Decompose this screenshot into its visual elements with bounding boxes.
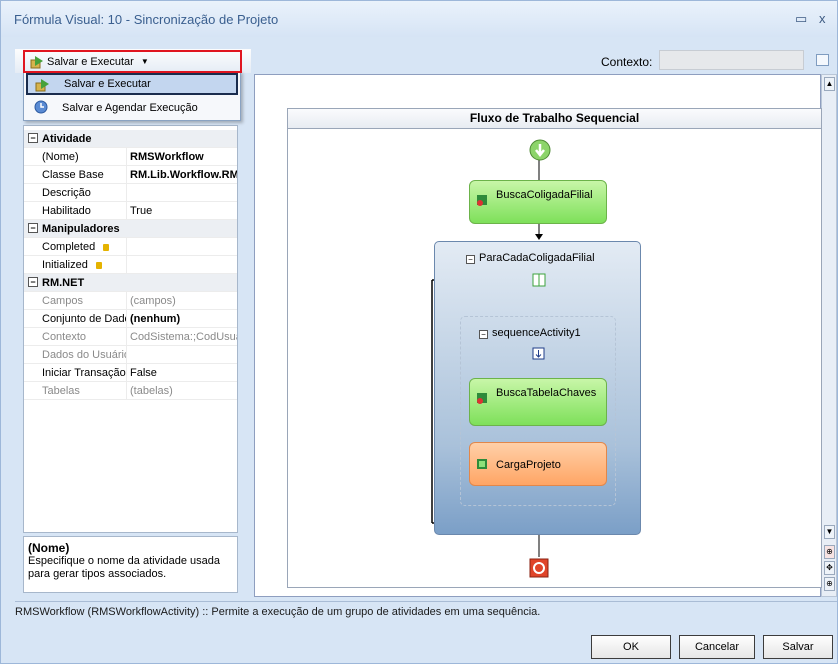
divider	[15, 601, 837, 602]
save-run-icon	[35, 79, 49, 92]
status-bar: RMSWorkflow (RMSWorkflowActivity) :: Per…	[15, 606, 541, 618]
scroll-up-icon[interactable]: ▲	[824, 77, 835, 91]
scroll-down-icon[interactable]: ▼	[824, 525, 835, 539]
loop-label[interactable]: − ParaCadaColigadaFilial	[466, 252, 595, 264]
property-row[interactable]: Iniciar Transação False	[24, 364, 237, 382]
collapse-icon[interactable]: −	[28, 277, 38, 287]
property-row[interactable]: Completed	[24, 238, 237, 256]
activity-carga-projeto[interactable]: CargaProjeto	[469, 442, 607, 486]
property-row[interactable]: Campos (campos)	[24, 292, 237, 310]
description-text: Especifique o nome da atividade usada pa…	[28, 555, 221, 580]
query-icon	[477, 393, 487, 404]
run-dropdown-menu: Salvar e Executar Salvar e Agendar Execu…	[23, 71, 241, 121]
activity-busca-tabela-chaves[interactable]: BuscaTabelaChaves	[469, 378, 607, 426]
property-row[interactable]: Tabelas (tabelas)	[24, 382, 237, 400]
toolbar: Salvar e Executar ▼	[15, 49, 251, 73]
loop-anchor-icon	[532, 273, 546, 287]
fit-icon[interactable]: ⊕	[824, 577, 835, 591]
collapse-icon[interactable]: −	[28, 133, 38, 143]
window-title: Fórmula Visual: 10 - Sincronização de Pr…	[14, 12, 279, 27]
end-icon	[529, 558, 549, 578]
category-rmnet[interactable]: − RM.NET	[24, 274, 237, 292]
property-row[interactable]: Initialized	[24, 256, 237, 274]
property-grid: − Atividade (Nome) RMSWorkflow Classe Ba…	[23, 125, 238, 533]
vertical-scrollbar[interactable]: ▲ ▼ ⊕ ✥ ⊕	[821, 74, 837, 597]
pan-icon[interactable]: ✥	[824, 561, 835, 575]
schedule-icon	[34, 100, 48, 114]
menu-item-save-run[interactable]: Salvar e Executar	[26, 73, 238, 95]
property-row[interactable]: Habilitado True	[24, 202, 237, 220]
category-atividade[interactable]: − Atividade	[24, 130, 237, 148]
collapse-icon[interactable]: −	[466, 255, 475, 264]
description-title: (Nome)	[28, 541, 70, 555]
chevron-down-icon[interactable]: ▼	[141, 57, 149, 66]
context-label: Contexto:	[601, 55, 653, 69]
sequence-label[interactable]: − sequenceActivity1	[479, 327, 581, 339]
minimize-button[interactable]: ▭	[795, 11, 807, 27]
property-row[interactable]: Descrição	[24, 184, 237, 202]
save-run-icon	[30, 55, 43, 68]
formula-visual-window: Fórmula Visual: 10 - Sincronização de Pr…	[0, 0, 838, 664]
sequence-anchor-icon	[532, 347, 545, 360]
ok-button[interactable]: OK	[591, 635, 671, 659]
query-icon	[477, 195, 487, 206]
collapse-icon[interactable]: −	[479, 330, 488, 339]
save-button[interactable]: Salvar	[763, 635, 833, 659]
event-icon	[95, 261, 102, 269]
context-field[interactable]	[659, 50, 804, 70]
property-row[interactable]: Contexto CodSistema:;CodUsuario	[24, 328, 237, 346]
property-description: (Nome) Especifique o nome da atividade u…	[23, 536, 238, 593]
process-icon	[477, 459, 487, 469]
start-icon	[529, 139, 551, 161]
collapse-icon[interactable]: −	[28, 223, 38, 233]
cancel-button[interactable]: Cancelar	[679, 635, 755, 659]
title-bar: Fórmula Visual: 10 - Sincronização de Pr…	[1, 1, 837, 37]
zoom-icon[interactable]: ⊕	[824, 545, 835, 559]
activity-busca-coligada-filial[interactable]: BuscaColigadaFilial	[469, 180, 607, 224]
menu-item-label: Salvar e Agendar Execução	[62, 102, 198, 114]
menu-item-save-schedule[interactable]: Salvar e Agendar Execução	[26, 97, 238, 119]
menu-item-label: Salvar e Executar	[64, 78, 151, 90]
close-button[interactable]: x	[819, 11, 826, 26]
property-row[interactable]: Classe Base RM.Lib.Workflow.RMSWorkflow	[24, 166, 237, 184]
category-manipuladores[interactable]: − Manipuladores	[24, 220, 237, 238]
event-icon	[103, 243, 110, 251]
property-row[interactable]: Conjunto de Dados (nenhum)	[24, 310, 237, 328]
save-run-label: Salvar e Executar	[47, 55, 134, 68]
save-run-split-button[interactable]: Salvar e Executar ▼	[26, 50, 153, 70]
grid-icon[interactable]	[816, 54, 829, 66]
property-row[interactable]: Dados do Usuário	[24, 346, 237, 364]
property-row[interactable]: (Nome) RMSWorkflow	[24, 148, 237, 166]
